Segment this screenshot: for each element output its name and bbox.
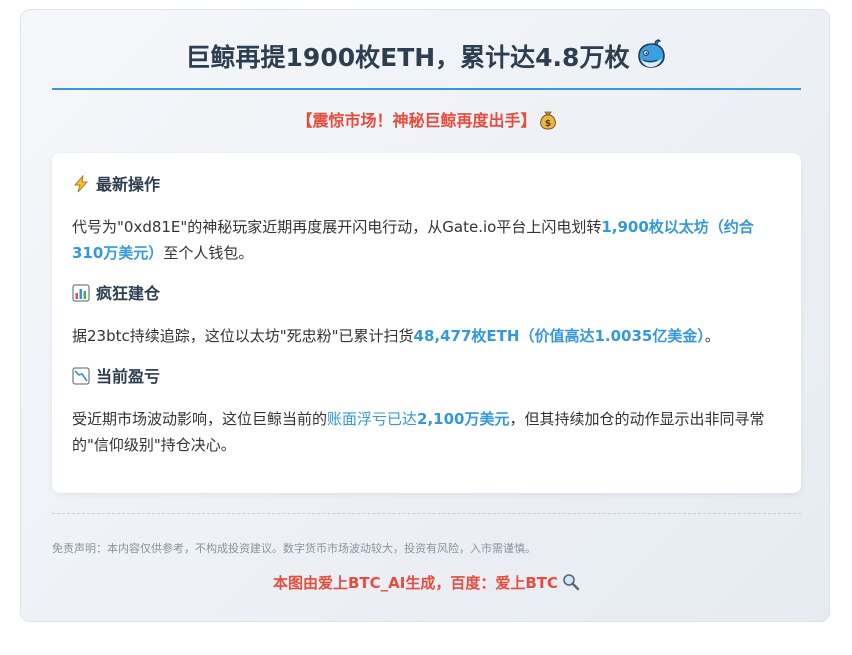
highlight-amount: 2,100万美元 (417, 410, 510, 428)
title-divider (52, 88, 801, 90)
body-text: 。 (704, 327, 720, 345)
section-body-pnl: 受近期市场波动影响，这位巨鲸当前的账面浮亏已达2,100万美元，但其持续加仓的动… (72, 406, 784, 458)
news-card: 巨鲸再提1900枚ETH，累计达4.8万枚 【震惊市场！神秘巨鲸再度出手】 $ … (20, 9, 830, 622)
section-heading-text: 最新操作 (96, 175, 161, 194)
svg-text:$: $ (544, 119, 550, 129)
credit-line: 本图由爱上BTC_AI生成，百度：爱上BTC (52, 571, 801, 595)
body-text: 代号为"0xd81E"的神秘玩家近期再度展开闪电行动，从Gate.io平台上闪电… (72, 218, 602, 236)
body-text: 至个人钱包。 (163, 244, 254, 262)
whale-icon (638, 39, 666, 68)
highlight-amount: 48,477枚ETH（价值高达1.0035亿美金） (413, 327, 705, 345)
section-body-latest: 代号为"0xd81E"的神秘玩家近期再度展开闪电行动，从Gate.io平台上闪电… (72, 214, 784, 266)
content-panel: 最新操作 代号为"0xd81E"的神秘玩家近期再度展开闪电行动，从Gate.io… (52, 153, 801, 493)
footer-divider (52, 513, 801, 514)
credit-text: 本图由爱上BTC_AI生成，百度：爱上BTC (272, 574, 559, 592)
magnifier-icon (563, 574, 580, 591)
title-text: 巨鲸再提1900枚ETH，累计达4.8万枚 (185, 43, 630, 72)
lightning-icon (73, 175, 89, 193)
section-heading-text: 当前盈亏 (96, 367, 161, 386)
body-text: 受近期市场波动影响，这位巨鲸当前的 (72, 410, 328, 428)
bar-chart-icon (72, 284, 90, 302)
body-text: 据23btc持续追踪，这位以太坊"死忠粉"已累计扫货 (72, 327, 414, 345)
section-heading-latest: 最新操作 (72, 173, 160, 197)
chart-decreasing-icon (72, 367, 90, 385)
page-title: 巨鲸再提1900枚ETH，累计达4.8万枚 (52, 38, 801, 78)
money-bag-icon: $ (539, 111, 556, 130)
subtitle: 【震惊市场！神秘巨鲸再度出手】 $ (52, 108, 801, 134)
section-heading-text: 疯狂建仓 (96, 284, 161, 303)
highlight-label: 账面浮亏已达 (327, 410, 418, 428)
section-heading-pnl: 当前盈亏 (72, 365, 160, 389)
disclaimer-text: 免责声明：本内容仅供参考，不构成投资建议。数字货币市场波动较大，投资有风险，入市… (52, 542, 536, 555)
section-body-accumulate: 据23btc持续追踪，这位以太坊"死忠粉"已累计扫货48,477枚ETH（价值高… (72, 323, 784, 349)
subtitle-text: 【震惊市场！神秘巨鲸再度出手】 (296, 111, 537, 130)
section-heading-accumulate: 疯狂建仓 (72, 282, 160, 306)
